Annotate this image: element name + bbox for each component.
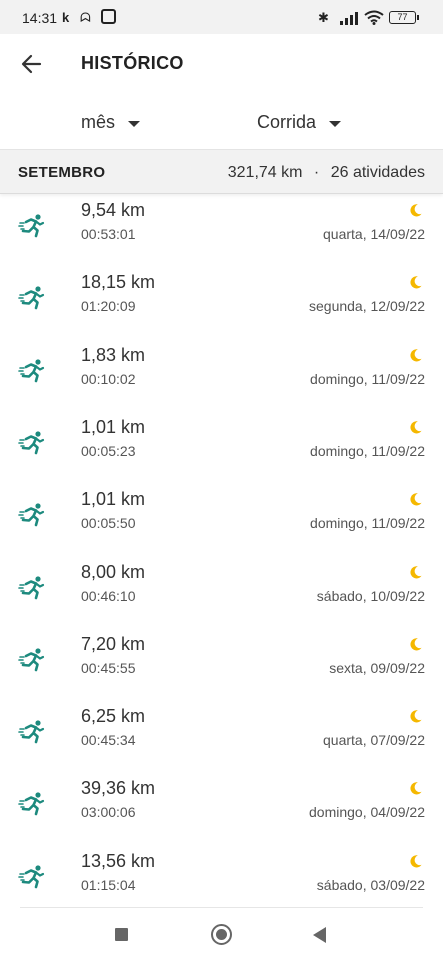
moon-icon (410, 565, 422, 578)
activity-date: sexta, 09/09/22 (329, 659, 425, 676)
activity-distance: 7,20 km (81, 633, 146, 654)
period-dropdown[interactable]: mês (81, 112, 141, 133)
activity-row[interactable]: 1,83 km 00:10:02 domingo, 11/09/22 (0, 344, 443, 419)
activity-type-dropdown-value: Corrida (257, 112, 317, 132)
month-label: SETEMBRO (18, 164, 106, 181)
activity-duration: 00:05:50 (81, 515, 136, 532)
home-button[interactable] (211, 924, 232, 945)
period-dropdown-value: mês (81, 112, 116, 132)
running-icon (18, 792, 45, 816)
activity-date: domingo, 11/09/22 (310, 370, 425, 387)
activity-distance: 18,15 km (81, 272, 156, 293)
activity-row[interactable]: 18,15 km 01:20:09 segunda, 12/09/22 (0, 272, 443, 346)
month-activity-count: 26 atividades (330, 164, 425, 181)
back-arrow-icon[interactable] (18, 50, 46, 78)
activity-date: sábado, 10/09/22 (316, 587, 425, 604)
activity-duration: 00:53:01 (81, 226, 136, 242)
activity-row[interactable]: 7,20 km 00:45:55 sexta, 09/09/22 (0, 633, 443, 708)
activity-date: segunda, 12/09/22 (309, 298, 425, 315)
activity-distance: 6,25 km (81, 706, 146, 727)
activity-date: domingo, 04/09/22 (309, 804, 425, 821)
running-icon (18, 431, 45, 455)
activity-duration: 03:00:06 (81, 804, 136, 821)
activity-row[interactable]: 39,36 km 03:00:06 domingo, 04/09/22 (0, 778, 443, 852)
moon-icon (410, 276, 422, 289)
month-summary: 321,74 km · 26 atividades (228, 164, 425, 182)
running-icon (18, 358, 45, 382)
app-bar: HISTÓRICO (0, 34, 443, 92)
moon-icon (410, 710, 422, 723)
caret-down-icon (329, 120, 342, 127)
activity-distance: 39,36 km (81, 778, 156, 799)
activity-distance: 1,83 km (81, 344, 146, 365)
system-nav-bar (0, 908, 443, 960)
activity-duration: 01:20:09 (81, 298, 136, 315)
month-total-distance: 321,74 km (227, 164, 303, 181)
battery-icon: 77 (389, 11, 419, 24)
photo-notification-icon (101, 9, 116, 24)
app-notification-icon: ᗣ (80, 10, 91, 25)
activity-row[interactable]: 13,56 km 01:15:04 sábado, 03/09/22 (0, 850, 443, 906)
activity-duration: 00:05:23 (81, 442, 136, 459)
activity-duration: 00:10:02 (81, 370, 136, 387)
activity-distance: 1,01 km (81, 416, 146, 437)
month-section-header: SETEMBRO 321,74 km · 26 atividades (0, 150, 443, 194)
activity-row[interactable]: 1,01 km 00:05:23 domingo, 11/09/22 (0, 416, 443, 491)
status-bar: 14:31 k ᗣ ✱ 77 (0, 0, 443, 34)
moon-icon (410, 204, 422, 217)
activity-row[interactable]: 9,54 km 00:53:01 quarta, 14/09/22 (0, 200, 443, 274)
activity-distance: 9,54 km (81, 200, 146, 220)
activity-duration: 00:46:10 (81, 587, 136, 604)
activity-type-dropdown[interactable]: Corrida (257, 112, 342, 133)
activity-list[interactable]: 9,54 km 00:53:01 quarta, 14/09/22 18,15 … (0, 194, 443, 906)
activity-distance: 1,01 km (81, 489, 146, 510)
activity-date: quarta, 07/09/22 (323, 732, 425, 749)
running-icon (18, 865, 45, 888)
activity-row[interactable]: 6,25 km 00:45:34 quarta, 07/09/22 (0, 706, 443, 780)
moon-icon (410, 348, 422, 362)
moon-icon (410, 421, 422, 434)
kicker-notification-icon: k (62, 10, 70, 25)
wifi-icon (364, 10, 384, 25)
page-title: HISTÓRICO (81, 53, 184, 73)
activity-date: sábado, 03/09/22 (316, 876, 425, 893)
moon-icon (410, 782, 422, 795)
system-back-button[interactable] (313, 927, 326, 943)
activity-date: quarta, 14/09/22 (323, 226, 425, 242)
activity-date: domingo, 11/09/22 (310, 515, 425, 532)
running-icon (18, 286, 45, 310)
running-icon (18, 575, 45, 599)
moon-icon (410, 493, 422, 506)
running-icon (18, 720, 45, 744)
moon-icon (410, 638, 422, 651)
running-icon (18, 648, 45, 672)
activity-date: domingo, 11/09/22 (310, 442, 425, 459)
summary-separator: · (313, 164, 320, 181)
status-time: 14:31 (22, 10, 58, 26)
activity-row[interactable]: 1,01 km 00:05:50 domingo, 11/09/22 (0, 489, 443, 563)
caret-down-icon (128, 120, 141, 127)
activity-row[interactable]: 8,00 km 00:46:10 sábado, 10/09/22 (0, 561, 443, 636)
recent-apps-button[interactable] (115, 928, 128, 941)
activity-duration: 00:45:55 (81, 659, 136, 676)
activity-distance: 8,00 km (81, 561, 146, 582)
moon-icon (410, 854, 422, 868)
running-icon (18, 503, 45, 527)
bluetooth-icon: ✱ (318, 10, 329, 25)
filter-bar: mês Corrida (0, 92, 443, 150)
running-icon (18, 214, 45, 238)
activity-duration: 00:45:34 (81, 732, 136, 749)
signal-icon (340, 12, 358, 25)
activity-duration: 01:15:04 (81, 876, 136, 893)
activity-distance: 13,56 km (81, 850, 156, 871)
